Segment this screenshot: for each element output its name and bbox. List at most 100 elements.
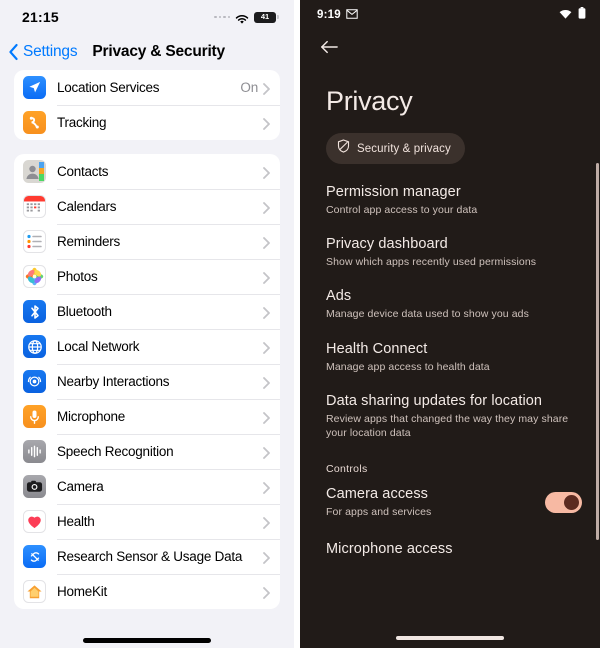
- ios-home-indicator[interactable]: [83, 638, 211, 643]
- security-privacy-chip-label: Security & privacy: [357, 142, 451, 155]
- chevron-right-icon: [263, 82, 270, 95]
- list-item-label: Location Services: [57, 80, 160, 95]
- list-item-label: Microphone: [57, 409, 126, 424]
- chevron-right-icon: [263, 341, 270, 354]
- security-privacy-chip[interactable]: Security & privacy: [326, 133, 465, 164]
- chevron-right-icon: [263, 117, 270, 130]
- health-icon: [23, 510, 46, 533]
- list-item-label: Speech Recognition: [57, 444, 174, 459]
- chevron-left-icon[interactable]: [8, 43, 19, 61]
- wifi-icon: [559, 6, 572, 24]
- list-item-microphone[interactable]: Microphone: [14, 399, 280, 434]
- android-status-right: [559, 6, 586, 24]
- android-status-left: 9:19: [317, 6, 358, 24]
- back-button-label[interactable]: Settings: [23, 43, 78, 61]
- list-item-subtitle: Review apps that changed the way they ma…: [326, 412, 569, 439]
- list-item-bluetooth[interactable]: Bluetooth: [14, 294, 280, 329]
- microphone-icon: [23, 405, 46, 428]
- tracking-icon: [23, 111, 46, 134]
- list-item-tracking[interactable]: Tracking: [14, 105, 280, 140]
- list-item-label: Bluetooth: [57, 304, 112, 319]
- chevron-right-icon: [263, 551, 270, 564]
- list-item-health-connect[interactable]: Health Connect Manage app access to heal…: [326, 341, 574, 374]
- android-scrollbar[interactable]: [596, 163, 599, 540]
- chevron-right-icon: [263, 201, 270, 214]
- chevron-right-icon: [263, 376, 270, 389]
- list-item-homekit[interactable]: HomeKit: [14, 574, 280, 609]
- camera-icon: [23, 475, 46, 498]
- list-item-calendars[interactable]: Calendars: [14, 189, 280, 224]
- list-item-label: Calendars: [57, 199, 117, 214]
- list-item-label: Camera: [57, 479, 104, 494]
- battery-level: 41: [260, 12, 270, 22]
- battery-icon: [578, 6, 586, 24]
- page-title: Privacy & Security: [92, 43, 225, 60]
- list-item-speech-recognition[interactable]: Speech Recognition: [14, 434, 280, 469]
- reminders-icon: [23, 230, 46, 253]
- list-item-photos[interactable]: Photos: [14, 259, 280, 294]
- toggle-knob: [564, 495, 579, 511]
- android-settings-list: Permission manager Control app access to…: [300, 164, 600, 440]
- android-home-indicator[interactable]: [396, 636, 504, 640]
- list-item-microphone-access[interactable]: Microphone access: [300, 541, 600, 560]
- homekit-icon: [23, 580, 46, 603]
- list-item-nearby-interactions[interactable]: Nearby Interactions: [14, 364, 280, 399]
- ios-settings-group-apps: Contacts Calendars Reminders Photos Blue…: [14, 154, 280, 609]
- list-item-camera[interactable]: Camera: [14, 469, 280, 504]
- list-item-health[interactable]: Health: [14, 504, 280, 539]
- photos-icon: [23, 265, 46, 288]
- list-item-research-sensor-usage-data[interactable]: Research Sensor & Usage Data: [14, 539, 280, 574]
- android-page-title: Privacy: [326, 86, 413, 116]
- list-item-permission-manager[interactable]: Permission manager Control app access to…: [326, 184, 574, 217]
- arrow-left-icon[interactable]: [320, 39, 338, 60]
- chevron-right-icon: [263, 236, 270, 249]
- ios-settings-panel: 21:15 41 Settings Privacy & Security Loc…: [0, 0, 294, 648]
- nearby-interactions-icon: [23, 370, 46, 393]
- list-item-title: Camera access: [326, 486, 429, 503]
- chevron-right-icon: [263, 306, 270, 319]
- cellular-dots-icon: [214, 15, 230, 19]
- battery-icon: 41: [254, 11, 279, 23]
- list-item-title: Ads: [326, 288, 352, 305]
- chevron-right-icon: [263, 516, 270, 529]
- shield-icon: [337, 139, 350, 158]
- list-item-subtitle: For apps and services: [326, 506, 432, 519]
- list-item-title: Permission manager: [326, 184, 461, 200]
- ios-settings-group-location: Location Services On Tracking: [14, 70, 280, 140]
- list-item-title: Microphone access: [326, 541, 453, 558]
- list-item-reminders[interactable]: Reminders: [14, 224, 280, 259]
- wifi-icon: [235, 12, 249, 24]
- microphone-access-texts: Microphone access: [326, 541, 582, 560]
- contacts-icon: [23, 160, 46, 183]
- bluetooth-icon: [23, 300, 46, 323]
- list-item-label: Local Network: [57, 339, 140, 354]
- chevron-right-icon: [263, 446, 270, 459]
- list-item-label: Photos: [57, 269, 98, 284]
- list-item-label: Tracking: [57, 115, 107, 130]
- list-item-contacts[interactable]: Contacts: [14, 154, 280, 189]
- list-item-privacy-dashboard[interactable]: Privacy dashboard Show which apps recent…: [326, 236, 574, 269]
- chevron-right-icon: [263, 586, 270, 599]
- gmail-icon: [346, 6, 358, 24]
- list-item-label: HomeKit: [57, 584, 108, 599]
- list-item-title: Data sharing updates for location: [326, 392, 543, 409]
- list-item-location-services[interactable]: Location Services On: [14, 70, 280, 105]
- list-item-subtitle: Control app access to your data: [326, 204, 478, 216]
- ios-settings-list: Location Services On Tracking Contacts C…: [0, 70, 294, 609]
- speech-recognition-icon: [23, 440, 46, 463]
- chevron-right-icon: [263, 166, 270, 179]
- android-privacy-panel: 9:19 Privacy Security & privacy Permissi…: [300, 0, 600, 648]
- list-item-label: Health: [57, 514, 95, 529]
- list-item-label: Contacts: [57, 164, 109, 179]
- camera-access-toggle[interactable]: [545, 492, 582, 514]
- list-item-local-network[interactable]: Local Network: [14, 329, 280, 364]
- calendars-icon: [23, 195, 46, 218]
- research-sensor-icon: [23, 545, 46, 568]
- list-item-ads[interactable]: Ads Manage device data used to show you …: [326, 288, 574, 321]
- location-services-icon: [23, 76, 46, 99]
- list-item-camera-access[interactable]: Camera access For apps and services: [300, 486, 600, 519]
- ios-status-bar: 21:15 41: [0, 0, 294, 34]
- list-item-data-sharing-updates-for-location[interactable]: Data sharing updates for location Review…: [326, 393, 574, 440]
- android-status-bar: 9:19: [300, 0, 600, 30]
- list-item-subtitle: Manage app access to health data: [326, 360, 490, 373]
